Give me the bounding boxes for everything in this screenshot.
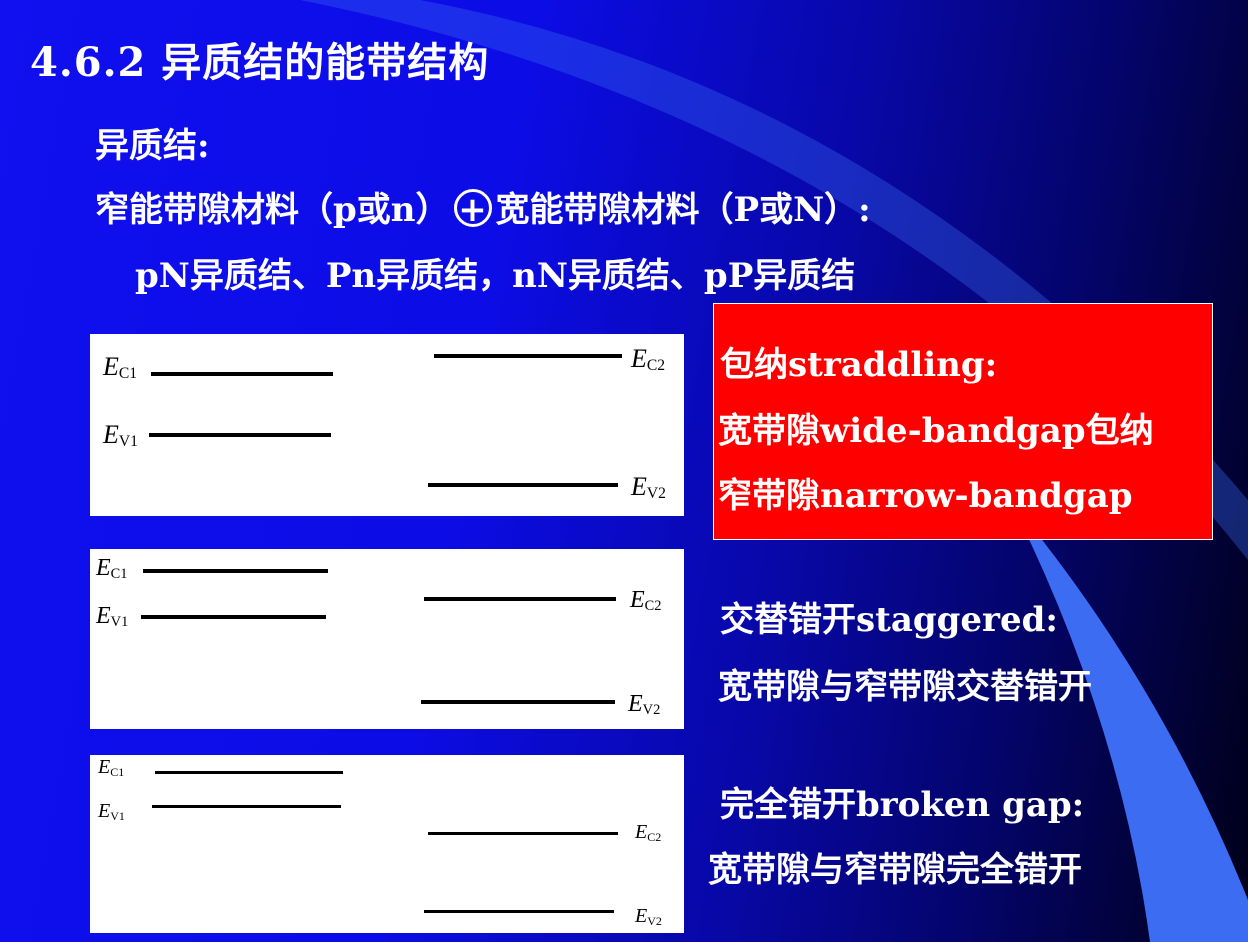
ev2-band-line — [421, 700, 615, 704]
ev1-label: EV1 — [98, 800, 125, 823]
ec2-band-line — [424, 597, 616, 601]
ev1-label: EV1 — [96, 603, 129, 630]
ec1-label: EC1 — [103, 352, 138, 382]
straddling-title: 包纳straddling: — [720, 345, 998, 385]
straddling-line-3: 窄带隙narrow-bandgap — [718, 476, 1133, 516]
ec2-band-line — [428, 832, 618, 835]
broken-gap-title: 完全错开broken gap: — [720, 785, 1085, 825]
band-diagram-staggered: EC1 EV1 EC2 EV2 — [90, 549, 684, 729]
ec1-band-line — [151, 372, 333, 376]
band-diagram-broken-gap: EC1 EV1 EC2 EV2 — [90, 755, 684, 933]
ec1-band-line — [143, 569, 328, 573]
page-title: 4.6.2 异质结的能带结构 — [30, 39, 490, 86]
ev2-band-line — [428, 483, 618, 487]
ev2-label: EV2 — [628, 691, 661, 718]
narrow-gap-material-text: 窄能带隙材料（p或n） — [95, 190, 450, 230]
ec1-label: EC1 — [98, 756, 125, 779]
ec1-band-line — [155, 771, 343, 774]
ev1-label: EV1 — [103, 420, 138, 450]
ev1-band-line — [149, 433, 331, 437]
ev2-label: EV2 — [631, 472, 666, 502]
ev1-band-line — [152, 805, 341, 808]
ev1-band-line — [141, 615, 326, 619]
broken-gap-description: 宽带隙与窄带隙完全错开 — [708, 850, 1082, 890]
ec2-label: EC2 — [630, 587, 662, 614]
plus-circle-icon: + — [453, 189, 492, 228]
ev2-band-line — [424, 910, 614, 913]
ec2-band-line — [434, 354, 622, 358]
junction-types-line: pN异质结、Pn异质结，nN异质结、pP异质结 — [135, 256, 856, 296]
staggered-description: 宽带隙与窄带隙交替错开 — [718, 667, 1092, 707]
ev2-label: EV2 — [635, 905, 662, 928]
heading-heterojunction: 异质结: — [95, 126, 210, 166]
ec2-label: EC2 — [635, 821, 662, 844]
ec1-label: EC1 — [96, 555, 128, 582]
wide-gap-material-text: 宽能带隙材料（P或N）: — [495, 190, 871, 230]
ec2-label: EC2 — [631, 344, 666, 374]
straddling-line-2: 宽带隙wide-bandgap包纳 — [718, 411, 1154, 451]
band-diagram-straddling: EC1 EV1 EC2 EV2 — [90, 334, 684, 516]
staggered-title: 交替错开staggered: — [720, 600, 1058, 640]
material-line: 窄能带隙材料（p或n） + 宽能带隙材料（P或N）: — [95, 182, 871, 231]
